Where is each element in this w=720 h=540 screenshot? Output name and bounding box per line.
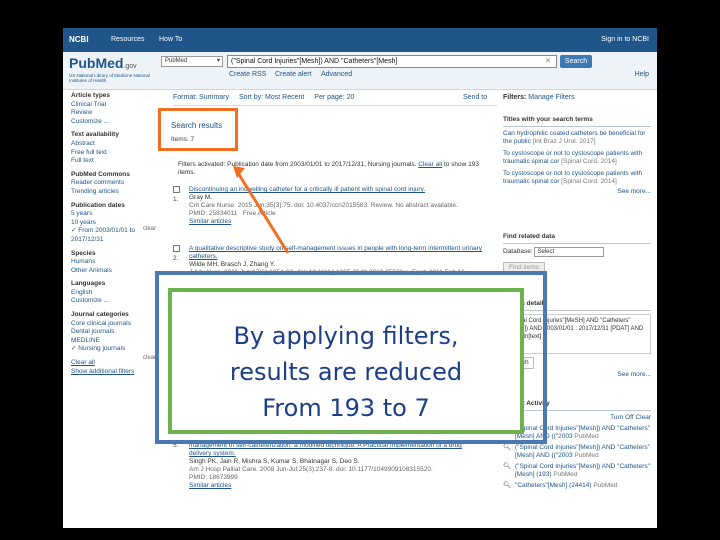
result-title-link[interactable]: A qualitative descriptive study on self-…: [189, 245, 497, 261]
activity-item[interactable]: 🔍︎("Spinal Cord Injuries"[Mesh]) AND "Ca…: [503, 463, 651, 479]
slide-background: NCBI Resources How To Sign in to NCBI Pu…: [0, 0, 720, 540]
result-item: 1. Discontinuing an indwelling catheter …: [173, 186, 497, 226]
filters-heading: Filters: Manage Filters: [503, 94, 575, 101]
result-item: 5. management of self-catheterization: a…: [173, 442, 497, 490]
facet-item[interactable]: MEDLINE: [71, 337, 161, 346]
facet-item[interactable]: Abstract: [71, 140, 161, 149]
facet-item[interactable]: Review: [71, 109, 161, 118]
search-header: PubMed.gov US National Library of Medici…: [63, 52, 657, 90]
per-page-dropdown[interactable]: Per page: 20: [314, 94, 354, 101]
checkmark-icon: ✓: [71, 227, 77, 235]
related-title[interactable]: To cystoscope or not to cystoscope patie…: [503, 150, 651, 166]
facet-item[interactable]: Dental journals: [71, 328, 161, 337]
find-related-data-panel: Find related data Database: Select Find …: [503, 233, 651, 274]
clear-search-icon[interactable]: ✕: [545, 57, 551, 65]
database-select[interactable]: PubMed: [161, 56, 223, 67]
facet-item[interactable]: Clinical Trial: [71, 101, 161, 110]
facet-item[interactable]: Other Animals: [71, 267, 161, 276]
result-title-link[interactable]: management of self-catheterization: a mo…: [189, 442, 497, 458]
howto-menu[interactable]: How To: [159, 36, 182, 43]
result-authors: Gray M.: [189, 194, 213, 201]
help-link[interactable]: Help: [635, 71, 649, 78]
send-to-dropdown[interactable]: Send to: [463, 94, 487, 101]
annotation-text: By applying filters, results are reduced…: [168, 318, 524, 426]
result-pmid: PMID: 18673999: [189, 474, 238, 481]
facet-heading: Species: [71, 249, 96, 257]
clear-activity-link[interactable]: Clear: [635, 414, 651, 421]
facet-item[interactable]: English: [71, 289, 161, 298]
facet-item[interactable]: 5 years: [71, 210, 161, 219]
manage-filters-link[interactable]: Manage Filters: [528, 94, 574, 101]
database-dropdown[interactable]: Select: [534, 247, 605, 257]
facet-item[interactable]: Full text: [71, 157, 161, 166]
facet-item[interactable]: Core clinical journals: [71, 320, 161, 329]
facet-heading: Text availability: [71, 131, 119, 139]
show-additional-filters-link[interactable]: Show additional filters: [71, 368, 161, 377]
search-button[interactable]: Search: [560, 55, 592, 68]
format-dropdown[interactable]: Format: Summary: [173, 94, 229, 101]
panel-heading[interactable]: Find related data: [503, 233, 651, 244]
ncbi-logo[interactable]: NCBI: [69, 35, 89, 44]
turn-off-link[interactable]: Turn Off: [610, 414, 633, 421]
facet-item[interactable]: Humans: [71, 258, 161, 267]
related-title[interactable]: Can hydrophilic coated catheters be bene…: [503, 130, 651, 146]
facet-heading: Publication dates: [71, 201, 125, 209]
see-more-link[interactable]: See more...: [503, 188, 651, 196]
facet-heading: PubMed Commons: [71, 170, 130, 178]
annotation-line: results are reduced: [229, 358, 463, 386]
result-title-link[interactable]: Discontinuing an indwelling catheter for…: [189, 186, 497, 194]
facet-heading: Journal categories: [71, 311, 129, 319]
facet-clear-link[interactable]: clear: [143, 226, 156, 232]
facet-item-selected[interactable]: ✓ Nursing journals: [71, 345, 161, 354]
nlm-subtitle: US National Library of Medicine National…: [69, 73, 151, 83]
similar-articles-link[interactable]: Similar articles: [189, 218, 497, 226]
filter-sidebar: Article types Clinical Trial Review Cust…: [71, 92, 161, 376]
search-icon: 🔍︎: [503, 482, 512, 489]
resources-menu[interactable]: Resources: [111, 36, 144, 43]
sort-dropdown[interactable]: Sort by: Most Recent: [239, 94, 304, 101]
filter-clear-all-link[interactable]: Clear all: [418, 161, 442, 168]
ncbi-top-bar: NCBI Resources How To Sign in to NCBI: [63, 28, 657, 52]
activity-item[interactable]: 🔍︎("Spinal Cord Injuries"[Mesh]) AND "Ca…: [503, 444, 651, 460]
create-rss-link[interactable]: Create RSS: [229, 71, 266, 78]
search-icon: 🔍︎: [503, 463, 512, 470]
activity-item[interactable]: 🔍︎ "Catheters"[Mesh] (24414) PubMed: [503, 482, 651, 490]
annotation-line: By applying filters,: [233, 322, 459, 350]
search-icon: 🔍︎: [503, 444, 512, 451]
result-authors: Wilde MH, Brasch J, Zhang Y.: [189, 261, 276, 268]
facet-item[interactable]: Customize ...: [71, 118, 161, 127]
checkmark-icon: ✓: [71, 345, 77, 353]
result-citation: Crit Care Nurse. 2015 Jun;35(3):75. doi:…: [189, 202, 458, 209]
facet-item[interactable]: Customize ...: [71, 297, 161, 306]
search-input[interactable]: ("Spinal Cord Injuries"[Mesh]) AND "Cath…: [227, 55, 557, 68]
filters-activated-message: Filters activated: Publication date from…: [178, 161, 480, 176]
annotation-line: From 193 to 7: [262, 394, 430, 422]
result-authors: Singh PK, Jain R, Mishra S, Kumar S, Bha…: [189, 458, 360, 465]
pubmed-logo[interactable]: PubMed.gov: [69, 55, 137, 71]
facet-item[interactable]: Trending articles: [71, 188, 161, 197]
result-checkbox[interactable]: [173, 245, 180, 252]
panel-heading[interactable]: Titles with your search terms: [503, 116, 651, 127]
facet-item[interactable]: Free full text: [71, 149, 161, 158]
result-citation: Am J Hosp Palliat Care. 2008 Jun-Jul;25(…: [189, 466, 433, 473]
related-title[interactable]: To cystoscope or not to cystoscope patie…: [503, 170, 651, 186]
result-pmid: PMID: 25834011 Free Article: [189, 210, 276, 217]
similar-articles-link[interactable]: Similar articles: [189, 482, 497, 490]
advanced-link[interactable]: Advanced: [321, 71, 352, 78]
create-alert-link[interactable]: Create alert: [275, 71, 312, 78]
signin-link[interactable]: Sign in to NCBI: [601, 36, 649, 43]
result-checkbox[interactable]: [173, 186, 180, 193]
facet-heading: Article types: [71, 92, 111, 99]
results-toolbar: Format: Summary Sort by: Most Recent Per…: [173, 94, 497, 106]
items-count: Items: 7: [171, 136, 195, 143]
facet-item[interactable]: Reader comments: [71, 179, 161, 188]
search-results-title: Search results: [171, 121, 223, 130]
titles-with-terms-panel: Titles with your search terms Can hydrop…: [503, 116, 651, 196]
facet-heading: Languages: [71, 280, 106, 288]
